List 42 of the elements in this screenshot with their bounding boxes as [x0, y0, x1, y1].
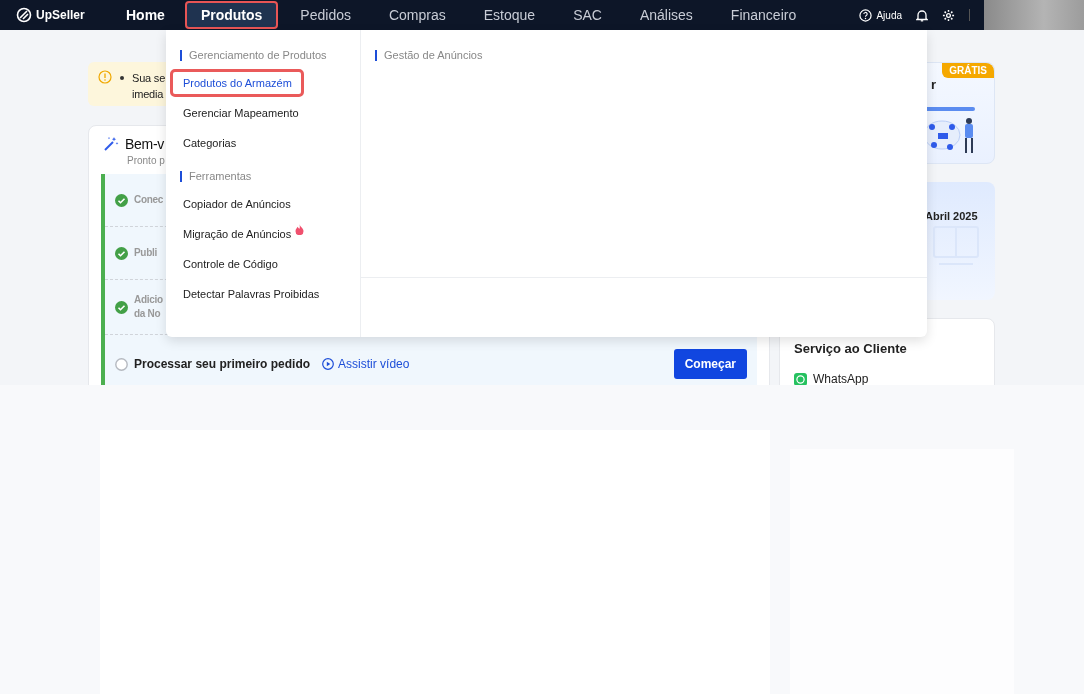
menu-item[interactable]: Copiador de Anúncios: [170, 190, 303, 218]
nav-tab[interactable]: Compras: [372, 1, 462, 29]
help-icon: [859, 8, 873, 22]
card-subtitle: Pronto p: [126, 155, 166, 166]
nav-tab[interactable]: Home: [112, 1, 179, 29]
step-label: Conec: [134, 193, 164, 207]
card-title: Bem-v: [125, 136, 164, 152]
menu-item[interactable]: Detectar Palavras Proibidas: [170, 280, 332, 308]
start-button[interactable]: Começar: [673, 349, 747, 379]
nav-tab[interactable]: Estoque: [467, 1, 552, 29]
step-label: Adicio: [134, 293, 163, 307]
magic-wand-icon: [103, 136, 119, 152]
step-label: Processar seu primeiro pedido: [134, 357, 311, 371]
settings-icon[interactable]: [942, 8, 955, 22]
free-badge: GRÁTIS: [942, 63, 994, 78]
menu-item[interactable]: Migração de Anúncios: [170, 220, 304, 248]
menu-item[interactable]: Gerenciar Mapeamento: [170, 99, 311, 127]
nav-tab[interactable]: SAC: [557, 1, 618, 29]
logo-icon: [16, 7, 32, 23]
step-label: Publi: [134, 246, 157, 260]
menu-group-title: Ferramentas: [180, 171, 360, 182]
whatsapp-link[interactable]: WhatsApp: [794, 372, 980, 386]
help-button[interactable]: Ajuda: [859, 8, 902, 22]
notice-text: Sua se: [132, 71, 166, 86]
nav-tab[interactable]: Análises: [623, 1, 709, 29]
notice-text: imedia: [132, 87, 165, 102]
support-title: Serviço ao Cliente: [794, 341, 908, 356]
menu-group-title: Gestão de Anúncios: [375, 50, 911, 61]
nav-tab[interactable]: Financeiro: [714, 1, 813, 29]
promo-title: r: [931, 77, 937, 92]
menu-item[interactable]: Categorias: [170, 129, 249, 157]
step-label: da No: [134, 307, 162, 321]
nav-tab[interactable]: Pedidos: [284, 1, 367, 29]
info-icon: [98, 70, 112, 84]
menu-item[interactable]: Produtos do Armazém: [170, 69, 304, 97]
menu-item[interactable]: Controle de Código: [170, 250, 290, 278]
menu-group-title: Gerenciamento de Produtos: [180, 50, 360, 61]
nav-tab[interactable]: Produtos: [184, 1, 279, 29]
logo-text[interactable]: UpSeller: [36, 8, 85, 22]
bell-icon[interactable]: [916, 8, 928, 22]
watch-video-link[interactable]: Assistir vídeo: [322, 357, 410, 371]
play-icon: [322, 358, 335, 370]
